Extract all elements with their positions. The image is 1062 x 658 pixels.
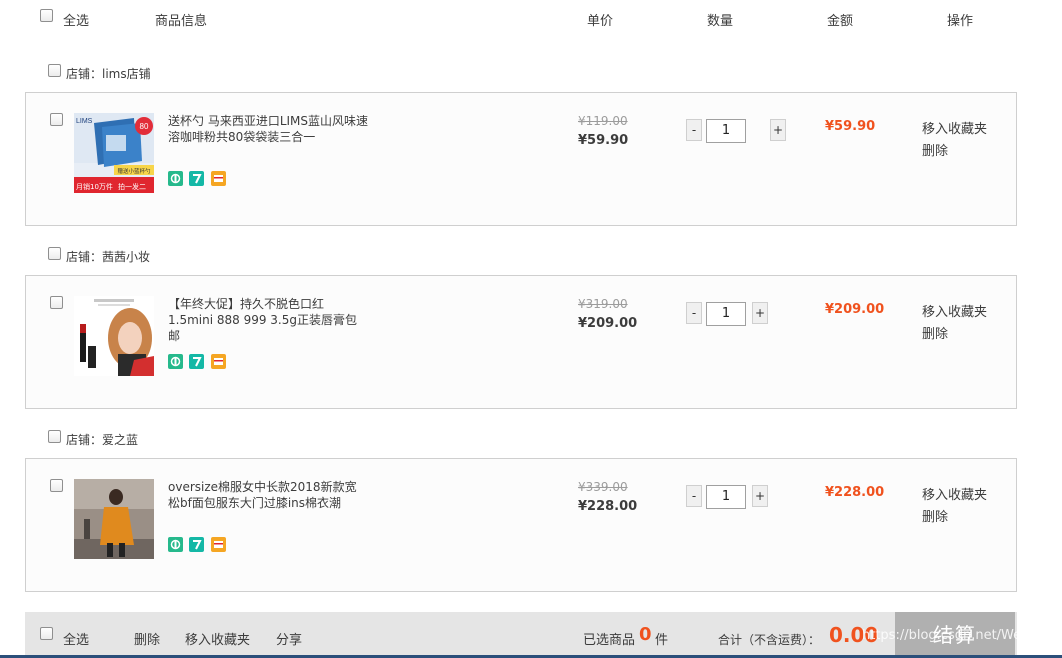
original-price: ¥319.00 xyxy=(578,297,628,311)
col-product-info: 商品信息 xyxy=(155,14,208,29)
item-checkbox[interactable] xyxy=(50,113,63,126)
product-thumbnail[interactable] xyxy=(74,479,154,559)
select-all-label: 全选 xyxy=(63,14,90,29)
footer-delete-button[interactable]: 删除 xyxy=(134,629,160,648)
shop-label: 店铺：lims店铺 xyxy=(66,67,151,81)
item-checkbox[interactable] xyxy=(50,296,63,309)
item-operations: 移入收藏夹 删除 xyxy=(922,302,987,346)
shop-checkbox[interactable] xyxy=(48,430,61,443)
unit-price: ¥228.00 xyxy=(578,499,638,514)
product-thumbnail[interactable]: 80 LIMS 赠送小蓝杯勺 月销10万件 拍一发二 xyxy=(74,113,154,193)
original-price: ¥119.00 xyxy=(578,114,628,128)
move-to-favorites-link[interactable]: 移入收藏夹 xyxy=(922,485,987,507)
thumb-promo-text: 赠送小蓝杯勺 xyxy=(117,167,151,175)
move-to-favorites-link[interactable]: 移入收藏夹 xyxy=(922,302,987,324)
shop-checkbox[interactable] xyxy=(48,64,61,77)
footer-select-all-label: 全选 xyxy=(63,633,90,648)
footer-move-favorites-button[interactable]: 移入收藏夹 xyxy=(185,629,250,648)
cart-item: 80 LIMS 赠送小蓝杯勺 月销10万件 拍一发二 送杯勺 马来西亚进口LIM… xyxy=(25,92,1017,226)
seven-day-return-icon xyxy=(189,537,204,552)
quantity-input[interactable]: 1 xyxy=(706,302,746,326)
cart-header: 全选 商品信息 单价 数量 金额 操作 xyxy=(0,0,1062,36)
card-payment-icon xyxy=(211,537,226,552)
product-title[interactable]: 【年终大促】持久不脱色口红1.5mini 888 999 3.5g正装唇膏包邮 xyxy=(168,296,368,344)
product-title[interactable]: oversize棉服女中长款2018新款宽松bf面包服东大门过膝ins棉衣潮 xyxy=(168,479,368,511)
shop-label: 店铺：茜茜小妆 xyxy=(66,250,151,264)
delete-link[interactable]: 删除 xyxy=(922,141,987,163)
col-operations: 操作 xyxy=(947,14,974,29)
guarantee-icon xyxy=(168,537,183,552)
increase-button[interactable]: + xyxy=(752,485,768,507)
thumb-brand-text: LIMS xyxy=(76,118,93,125)
quantity-input[interactable]: 1 xyxy=(706,119,746,143)
select-all-checkbox[interactable] xyxy=(40,9,53,22)
col-unit-price: 单价 xyxy=(587,14,614,29)
item-operations: 移入收藏夹 删除 xyxy=(922,485,987,529)
seven-day-return-icon xyxy=(189,171,204,186)
decrease-button[interactable]: - xyxy=(686,485,702,507)
card-payment-icon xyxy=(211,354,226,369)
selected-count: 0 xyxy=(639,624,652,645)
card-payment-icon xyxy=(211,171,226,186)
delete-link[interactable]: 删除 xyxy=(922,324,987,346)
decrease-button[interactable]: - xyxy=(686,302,702,324)
guarantee-icon xyxy=(168,354,183,369)
footer-select-all-checkbox[interactable] xyxy=(40,627,53,640)
watermark: https://blog.csdn.net/We_jia xyxy=(862,628,1043,643)
guarantee-icon xyxy=(168,171,183,186)
cart-item: 【年终大促】持久不脱色口红1.5mini 888 999 3.5g正装唇膏包邮 … xyxy=(25,275,1017,409)
total-label: 合计（不含运费）： xyxy=(718,633,821,647)
seven-day-return-icon xyxy=(189,354,204,369)
thumb-deal-text: 拍一发二 xyxy=(118,182,146,191)
shop-label: 店铺：爱之蓝 xyxy=(66,433,139,447)
product-title[interactable]: 送杯勺 马来西亚进口LIMS蓝山风味速溶咖啡粉共80袋袋装三合一 xyxy=(168,113,368,145)
thumb-sales-text: 月销10万件 xyxy=(76,182,113,191)
item-amount: ¥59.90 xyxy=(825,119,876,134)
cart-item: oversize棉服女中长款2018新款宽松bf面包服东大门过膝ins棉衣潮 ¥… xyxy=(25,458,1017,592)
product-thumbnail[interactable] xyxy=(74,296,154,376)
increase-button[interactable]: + xyxy=(770,119,786,141)
selected-unit: 件 xyxy=(655,633,669,648)
unit-price: ¥59.90 xyxy=(578,133,629,148)
thumb-badge-text: 80 xyxy=(140,122,149,131)
quantity-input[interactable]: 1 xyxy=(706,485,746,509)
item-operations: 移入收藏夹 删除 xyxy=(922,119,987,163)
col-quantity: 数量 xyxy=(707,14,734,29)
original-price: ¥339.00 xyxy=(578,480,628,494)
move-to-favorites-link[interactable]: 移入收藏夹 xyxy=(922,119,987,141)
item-checkbox[interactable] xyxy=(50,479,63,492)
increase-button[interactable]: + xyxy=(752,302,768,324)
decrease-button[interactable]: - xyxy=(686,119,702,141)
item-amount: ¥209.00 xyxy=(825,302,885,317)
footer-share-button[interactable]: 分享 xyxy=(276,629,302,648)
delete-link[interactable]: 删除 xyxy=(922,507,987,529)
unit-price: ¥209.00 xyxy=(578,316,638,331)
col-amount: 金额 xyxy=(827,14,854,29)
shop-checkbox[interactable] xyxy=(48,247,61,260)
selected-items-label: 已选商品 xyxy=(583,633,636,648)
item-amount: ¥228.00 xyxy=(825,485,885,500)
